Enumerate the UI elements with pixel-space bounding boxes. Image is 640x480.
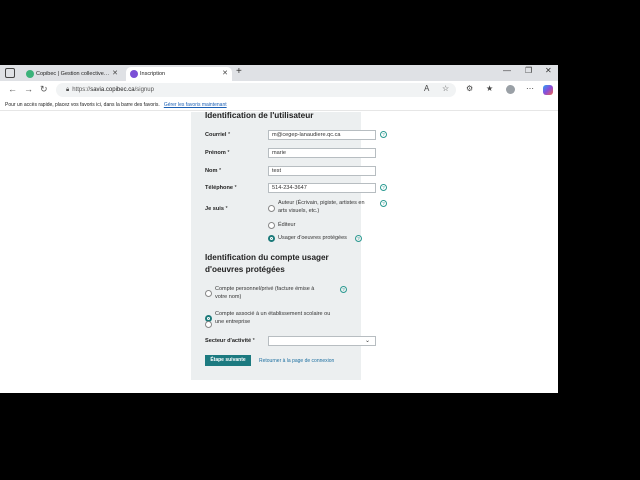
tab-title: Copibec | Gestion collective des dr... <box>36 71 110 77</box>
section-account-title: Identification du compte usager d'oeuvre… <box>205 253 329 274</box>
email-field[interactable]: m@cegep-lanaudiere.qc.ca <box>268 130 376 140</box>
role-label: Je suis * <box>205 206 228 212</box>
browser-window: Copibec | Gestion collective des dr... ✕… <box>0 65 558 393</box>
copilot-icon[interactable] <box>543 85 553 95</box>
account-institution-radio-shadow <box>205 321 212 328</box>
url-path: /signup <box>134 87 154 93</box>
back-to-login-link[interactable]: Retourner à la page de connexion <box>259 358 334 364</box>
more-menu-icon[interactable]: ⋯ <box>526 84 534 93</box>
url-scheme: https:// <box>72 87 91 93</box>
signup-page: Identification de l'utilisateur Courriel… <box>0 111 558 393</box>
role-user-help-icon[interactable]: ? <box>355 235 362 242</box>
close-tab-icon[interactable]: ✕ <box>112 67 118 81</box>
restore-icon[interactable]: ❐ <box>525 66 532 75</box>
manage-favorites-link[interactable]: Gérer les favoris maintenant <box>164 102 227 108</box>
read-aloud-icon[interactable]: A <box>424 84 429 93</box>
new-tab-icon[interactable]: + <box>236 66 242 77</box>
favorite-star-icon[interactable]: ☆ <box>442 84 449 93</box>
lock-icon: 🔒︎ <box>66 87 70 93</box>
role-author-label: Auteur (Écrivain, pigiste, artistes en a… <box>278 200 365 214</box>
sector-label: Secteur d'activité * <box>205 338 255 344</box>
firstname-label: Prénom * <box>205 150 230 156</box>
forward-icon[interactable]: → <box>24 84 33 94</box>
signup-form: Identification de l'utilisateur Courriel… <box>191 111 387 380</box>
account-personal-label: Compte personnel/privé (facture émise à … <box>215 286 315 300</box>
sector-select[interactable]: ⌄ <box>268 336 376 346</box>
firstname-field[interactable]: marie <box>268 148 376 158</box>
section-user-title: Identification de l'utilisateur <box>205 111 314 120</box>
lastname-label: Nom * <box>205 168 222 174</box>
phone-label: Téléphone * <box>205 185 237 191</box>
navigation-bar: ← → ↻ 🔒︎ https://savia.copibec.ca/signup … <box>0 81 558 99</box>
role-editor-label: Éditeur <box>278 222 296 228</box>
tab-title: Inscription <box>140 71 166 77</box>
role-user-label: Usager d'oeuvres protégées <box>278 235 347 241</box>
copibec-favicon-icon <box>26 70 34 78</box>
savia-favicon-icon <box>130 70 138 78</box>
lastname-field[interactable]: test <box>268 166 376 176</box>
role-help-icon[interactable]: ? <box>380 200 387 207</box>
minimize-icon[interactable]: — <box>503 66 511 75</box>
profile-avatar[interactable] <box>506 85 515 94</box>
url-host: savia.copibec.ca <box>90 87 135 93</box>
back-icon[interactable]: ← <box>8 84 17 94</box>
phone-help-icon[interactable]: ? <box>380 184 387 191</box>
role-user-radio[interactable] <box>268 235 275 242</box>
phone-field[interactable]: 514-234-3647 <box>268 183 376 193</box>
favorites-icon[interactable]: ★ <box>486 84 493 93</box>
favorites-bar-text: Pour un accès rapide, placez vos favoris… <box>5 102 160 108</box>
chevron-down-icon: ⌄ <box>364 338 370 344</box>
address-bar[interactable]: 🔒︎ https://savia.copibec.ca/signup <box>56 83 456 97</box>
close-window-icon[interactable]: ✕ <box>545 66 552 75</box>
account-institution-label: Compte associé à un établissement scolai… <box>215 311 331 325</box>
next-step-button[interactable]: Étape suivante <box>205 355 251 366</box>
tab-copibec[interactable]: Copibec | Gestion collective des dr... ✕ <box>22 67 122 81</box>
role-author-radio[interactable] <box>268 205 275 212</box>
account-personal-radio[interactable] <box>205 290 212 297</box>
refresh-icon[interactable]: ↻ <box>40 84 48 95</box>
email-help-icon[interactable]: ? <box>380 131 387 138</box>
extensions-icon[interactable]: ⚙ <box>466 84 473 93</box>
workspaces-icon[interactable] <box>5 68 15 78</box>
account-help-icon[interactable]: ? <box>340 286 347 293</box>
tab-inscription[interactable]: Inscription ✕ <box>126 67 232 81</box>
close-tab-icon[interactable]: ✕ <box>222 67 228 81</box>
role-editor-radio[interactable] <box>268 222 275 229</box>
tab-bar: Copibec | Gestion collective des dr... ✕… <box>0 65 558 81</box>
email-label: Courriel * <box>205 132 231 138</box>
